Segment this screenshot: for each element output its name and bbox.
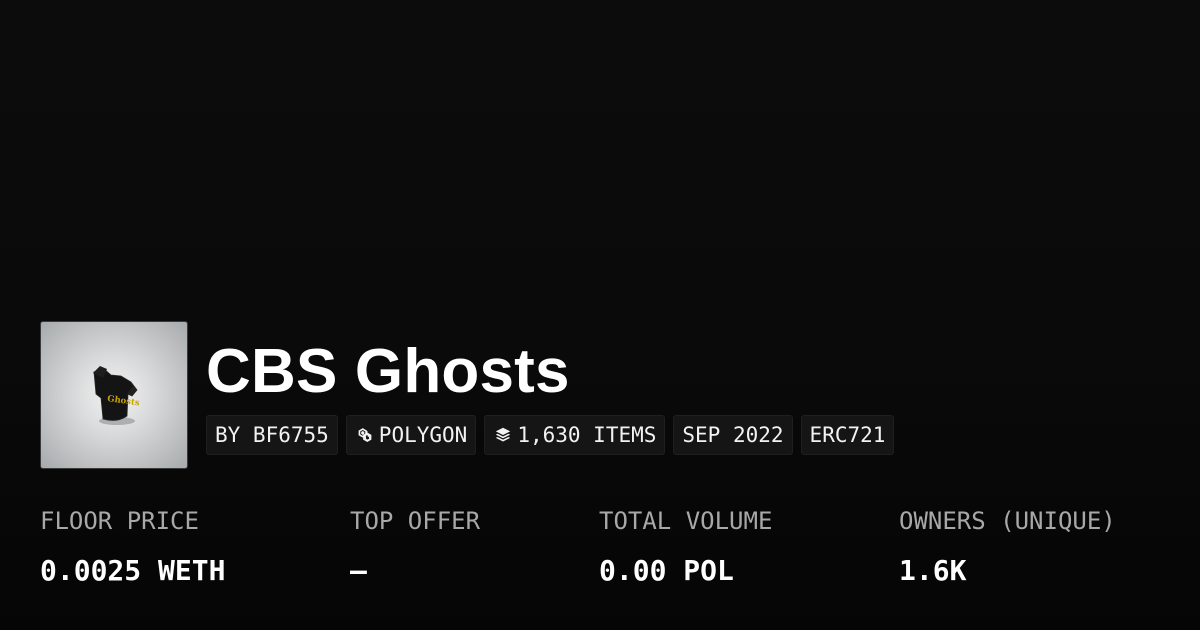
collection-thumbnail: Ghosts — [40, 321, 188, 469]
stat-floor-price: FLOOR PRICE 0.0025 WETH — [40, 505, 225, 589]
created-date-badge: SEP 2022 — [673, 415, 793, 455]
token-standard: ERC721 — [809, 423, 886, 447]
items-badge: 1,630 ITEMS — [484, 415, 666, 455]
stat-owners: OWNERS (UNIQUE) 1.6K — [899, 505, 1116, 589]
polygon-icon — [355, 425, 375, 445]
created-date: SEP 2022 — [682, 423, 784, 447]
stat-label: TOTAL VOLUME — [599, 507, 773, 535]
stat-total-volume: TOTAL VOLUME 0.00 POL — [599, 505, 772, 589]
creator-label: BY BF6755 — [215, 423, 329, 447]
chain-label: POLYGON — [378, 423, 468, 447]
stat-label: OWNERS (UNIQUE) — [899, 507, 1116, 535]
chain-badge: POLYGON — [345, 415, 477, 455]
stat-value: 0.00 POL — [599, 554, 734, 587]
stat-value: 1.6K — [899, 554, 967, 587]
collection-badges: BY BF6755 POLYGON 1,630 ITEMS SEP 2022 E… — [206, 415, 895, 455]
ghost-shirt-nft-image: Ghosts — [93, 366, 140, 425]
layers-icon — [493, 425, 513, 445]
stat-value: 0.0025 WETH — [40, 554, 226, 587]
stat-label: TOP OFFER — [350, 507, 481, 535]
stat-value: — — [350, 554, 367, 587]
stat-top-offer: TOP OFFER — — [350, 505, 480, 589]
items-count: 1,630 ITEMS — [517, 423, 657, 447]
token-standard-badge: ERC721 — [800, 415, 895, 455]
collection-title: CBS Ghosts — [206, 337, 570, 406]
creator-badge: BY BF6755 — [206, 415, 338, 455]
collection-share-card: Ghosts CBS Ghosts BY BF6755 POLYGON 1,63… — [0, 0, 1200, 630]
stat-label: FLOOR PRICE — [40, 507, 199, 535]
